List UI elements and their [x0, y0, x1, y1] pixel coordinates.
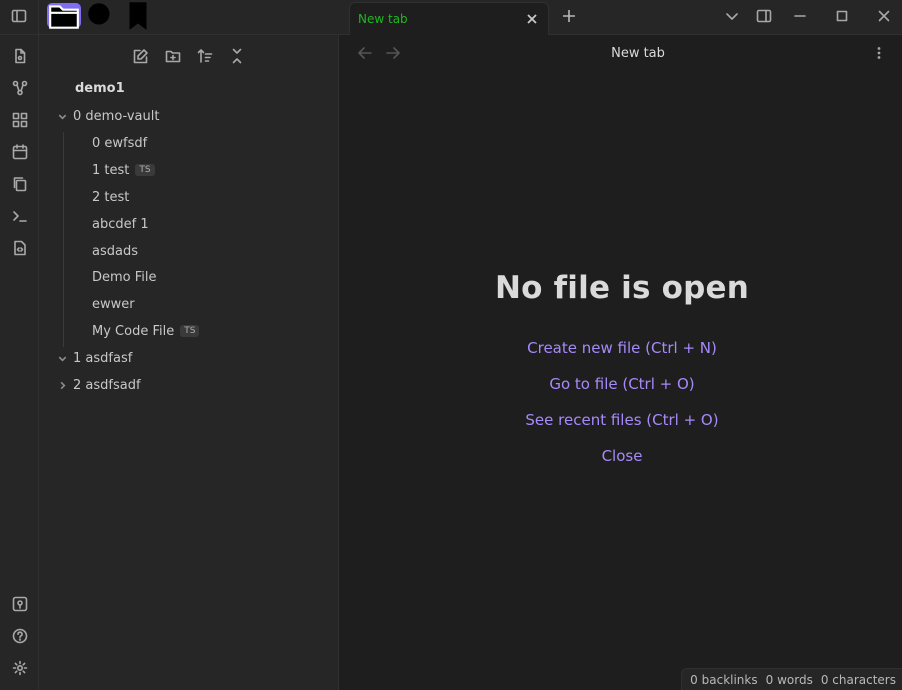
search-icon[interactable]: [84, 2, 118, 30]
right-sidebar-toggle-icon[interactable]: [752, 5, 776, 27]
close-link[interactable]: Close: [339, 438, 902, 474]
folder-label: 2 asdfsadf: [73, 377, 141, 393]
status-bar: 0 backlinks 0 words 0 characters: [681, 668, 902, 690]
copy-icon[interactable]: [7, 171, 33, 197]
sort-icon[interactable]: [194, 43, 216, 69]
file-type-badge: TS: [135, 164, 155, 176]
file-toolbar: [39, 43, 339, 69]
empty-state-heading: No file is open: [494, 270, 750, 306]
plus-icon[interactable]: [559, 6, 579, 26]
file-item[interactable]: asdads: [92, 240, 138, 262]
minimize-icon[interactable]: [788, 5, 812, 27]
bookmark-icon[interactable]: [121, 1, 155, 30]
calendar-icon[interactable]: [7, 139, 33, 165]
sidebar-toggle-icon[interactable]: [2, 3, 36, 28]
see-recent-files-link[interactable]: See recent files (Ctrl + O): [339, 402, 902, 438]
file-item[interactable]: ewwer: [92, 293, 135, 315]
settings-icon[interactable]: [7, 655, 33, 681]
more-options-icon[interactable]: [870, 44, 888, 62]
file-item[interactable]: 0 ewfsdf: [92, 132, 147, 154]
help-icon[interactable]: [7, 623, 33, 649]
view-title: New tab: [611, 46, 665, 61]
file-label: ewwer: [92, 296, 135, 312]
file-item[interactable]: 1 test TS: [92, 159, 155, 181]
folder-item[interactable]: 2 asdfsadf: [55, 374, 141, 396]
folder-label: 0 demo-vault: [73, 108, 160, 124]
graph-icon[interactable]: [7, 75, 33, 101]
tab-title: New tab: [358, 12, 408, 26]
code-file-icon[interactable]: [7, 235, 33, 261]
chevron-down-icon[interactable]: [55, 351, 69, 365]
file-type-badge: TS: [180, 325, 200, 337]
chevron-down-icon[interactable]: [55, 109, 69, 123]
chevron-down-icon[interactable]: [720, 5, 744, 27]
folder-icon[interactable]: [47, 3, 81, 29]
maximize-icon[interactable]: [830, 5, 854, 27]
folder-item[interactable]: 0 demo-vault: [55, 105, 159, 127]
new-folder-icon[interactable]: [162, 43, 184, 69]
terminal-icon[interactable]: [7, 203, 33, 229]
new-note-icon[interactable]: [130, 43, 152, 69]
file-item[interactable]: My Code File TS: [92, 320, 200, 342]
tree-indent-guide: [63, 132, 64, 347]
layout-icon[interactable]: [7, 107, 33, 133]
close-icon[interactable]: [524, 11, 540, 27]
file-label: Demo File: [92, 269, 157, 285]
character-count: 0 characters: [820, 672, 896, 687]
vault-name[interactable]: demo1: [75, 81, 125, 96]
file-label: 2 test: [92, 189, 130, 205]
create-new-file-link[interactable]: Create new file (Ctrl + N): [339, 330, 902, 366]
vault-icon[interactable]: [7, 591, 33, 617]
view-header: New tab: [339, 36, 902, 70]
word-count: 0 words: [765, 672, 813, 687]
folder-label: 1 asdfasf: [73, 350, 133, 366]
tab-header: New tab: [339, 0, 902, 35]
go-to-file-link[interactable]: Go to file (Ctrl + O): [339, 366, 902, 402]
window-close-icon[interactable]: [872, 5, 896, 27]
file-label: 0 ewfsdf: [92, 135, 148, 151]
folder-item[interactable]: 1 asdfasf: [55, 347, 132, 369]
collapse-icon[interactable]: [226, 43, 248, 69]
empty-state: No file is open Create new file (Ctrl + …: [339, 270, 902, 474]
file-item[interactable]: Demo File: [92, 266, 157, 288]
ribbon: [0, 0, 39, 690]
backlinks-count[interactable]: 0 backlinks: [690, 673, 757, 687]
chevron-right-icon[interactable]: [55, 378, 69, 392]
file-label: My Code File: [92, 323, 175, 339]
tab-new-tab[interactable]: New tab: [349, 2, 549, 35]
file-explorer: demo1 0 demo-vault 0 ewfsdf 1 test TS 2 …: [39, 35, 339, 690]
file-label: 1 test: [92, 162, 130, 178]
file-icon[interactable]: [7, 43, 33, 69]
file-label: abcdef 1: [92, 216, 149, 232]
file-item[interactable]: 2 test: [92, 186, 129, 208]
file-item[interactable]: abcdef 1: [92, 213, 149, 235]
file-label: asdads: [92, 243, 138, 259]
